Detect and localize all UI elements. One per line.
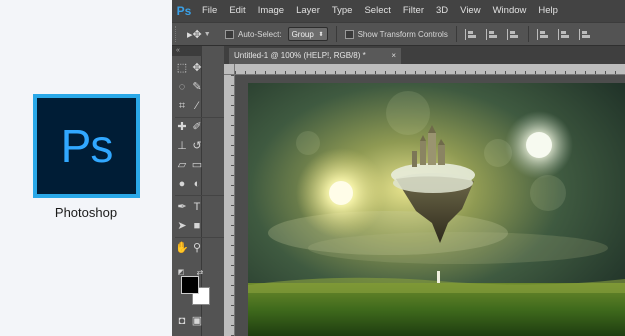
document-tab[interactable]: Untitled-1 @ 100% (HELP!, RGB/8) * × — [229, 48, 401, 64]
toolbox-divider — [175, 195, 225, 196]
menu-filter[interactable]: Filter — [397, 0, 430, 22]
eyedropper-tool-icon[interactable]: ⁄ — [190, 99, 204, 113]
menu-file[interactable]: File — [196, 0, 223, 22]
show-transform-checkbox[interactable] — [344, 29, 354, 39]
auto-select-value: Group — [291, 29, 314, 39]
crop-tool-icon[interactable]: ⌗ — [175, 99, 189, 113]
document-tab-title: Untitled-1 @ 100% (HELP!, RGB/8) * — [234, 51, 366, 60]
screen-mode-icon[interactable]: ▣ — [190, 314, 204, 328]
canvas-artwork — [248, 83, 625, 336]
standing-figure — [437, 271, 440, 283]
auto-select-checkbox[interactable] — [225, 29, 234, 39]
options-bar-grip[interactable] — [175, 26, 181, 42]
distribute-center-icon[interactable] — [557, 28, 571, 40]
promo-panel: Ps Photoshop — [0, 0, 172, 336]
rectangle-tool-icon[interactable]: ■ — [190, 219, 204, 233]
photoshop-logo: Ps — [33, 94, 140, 198]
menu-view[interactable]: View — [454, 0, 486, 22]
align-top-icon[interactable] — [464, 28, 478, 40]
quick-mask-icon[interactable]: ◘ — [175, 314, 189, 328]
menu-type[interactable]: Type — [326, 0, 359, 22]
menu-bar: Ps File Edit Image Layer Type Select Fil… — [172, 0, 625, 22]
ruler-origin[interactable] — [224, 64, 235, 75]
gradient-tool-icon[interactable]: ▭ — [190, 158, 204, 172]
menu-3d[interactable]: 3D — [430, 0, 454, 22]
tool-preset-picker[interactable]: ▸✥ ▼ — [187, 28, 217, 41]
toolbox-divider — [175, 237, 225, 238]
move-tool-icon: ▸✥ — [187, 28, 202, 41]
menu-window[interactable]: Window — [487, 0, 533, 22]
auto-select-dropdown[interactable]: Group ⬍ — [287, 27, 328, 41]
menu-layer[interactable]: Layer — [290, 0, 326, 22]
photoshop-window: Ps File Edit Image Layer Type Select Fil… — [172, 0, 625, 336]
history-brush-tool-icon[interactable]: ↺ — [190, 139, 204, 153]
cloud-layer — [308, 232, 608, 264]
sun — [329, 181, 353, 205]
blur-tool-icon[interactable]: ● — [175, 177, 189, 191]
distribute-top-icon[interactable] — [536, 28, 550, 40]
eraser-tool-icon[interactable]: ▱ — [175, 158, 189, 172]
app-badge-icon[interactable]: Ps — [172, 0, 196, 22]
vertical-ruler[interactable] — [224, 75, 235, 336]
close-icon[interactable]: × — [391, 48, 396, 64]
menu-select[interactable]: Select — [358, 0, 396, 22]
clone-stamp-tool-icon[interactable]: ⊥ — [175, 139, 189, 153]
show-transform-label: Show Transform Controls — [357, 29, 448, 39]
moon — [526, 132, 552, 158]
document-tab-bar: Untitled-1 @ 100% (HELP!, RGB/8) * × — [224, 46, 625, 64]
brush-tool-icon[interactable]: ✐ — [190, 120, 204, 134]
distribute-bottom-icon[interactable] — [578, 28, 592, 40]
hand-tool-icon[interactable]: ✋ — [175, 241, 189, 255]
align-vcenter-icon[interactable] — [485, 28, 499, 40]
photoshop-logo-inner: Ps — [37, 98, 136, 194]
marquee-tool-icon[interactable]: ⬚ — [175, 61, 189, 75]
options-divider — [527, 26, 529, 42]
promo-caption: Photoshop — [54, 205, 118, 220]
document-canvas[interactable] — [248, 83, 625, 336]
chevron-down-icon: ▼ — [203, 30, 211, 38]
pen-tool-icon[interactable]: ✒ — [175, 200, 189, 214]
horizontal-ruler[interactable] — [235, 64, 625, 75]
quick-selection-tool-icon[interactable]: ✎ — [190, 80, 204, 94]
photoshop-logo-text: Ps — [60, 120, 114, 172]
options-bar: ▸✥ ▼ Auto-Select: Group ⬍ Show Transform… — [172, 22, 625, 46]
menu-image[interactable]: Image — [252, 0, 290, 22]
toolbox-divider — [175, 117, 225, 118]
auto-select-label: Auto-Select: — [238, 29, 282, 39]
zoom-tool-icon[interactable]: ⚲ — [190, 241, 204, 255]
type-tool-icon[interactable]: T — [190, 200, 204, 214]
dropdown-arrows-icon: ⬍ — [318, 31, 324, 38]
healing-brush-tool-icon[interactable]: ✚ — [175, 120, 189, 134]
options-divider — [455, 26, 457, 42]
move-tool-icon[interactable]: ✥ — [190, 61, 204, 75]
align-bottom-icon[interactable] — [506, 28, 520, 40]
menu-edit[interactable]: Edit — [223, 0, 251, 22]
foreground-color-swatch[interactable] — [181, 276, 199, 294]
menu-help[interactable]: Help — [532, 0, 564, 22]
path-selection-tool-icon[interactable]: ➤ — [175, 219, 189, 233]
toolbox-collapse-button[interactable]: « — [172, 46, 202, 56]
lasso-tool-icon[interactable]: ◌ — [175, 80, 189, 94]
options-divider — [335, 26, 337, 42]
dodge-tool-icon[interactable]: ◐ — [190, 177, 204, 191]
